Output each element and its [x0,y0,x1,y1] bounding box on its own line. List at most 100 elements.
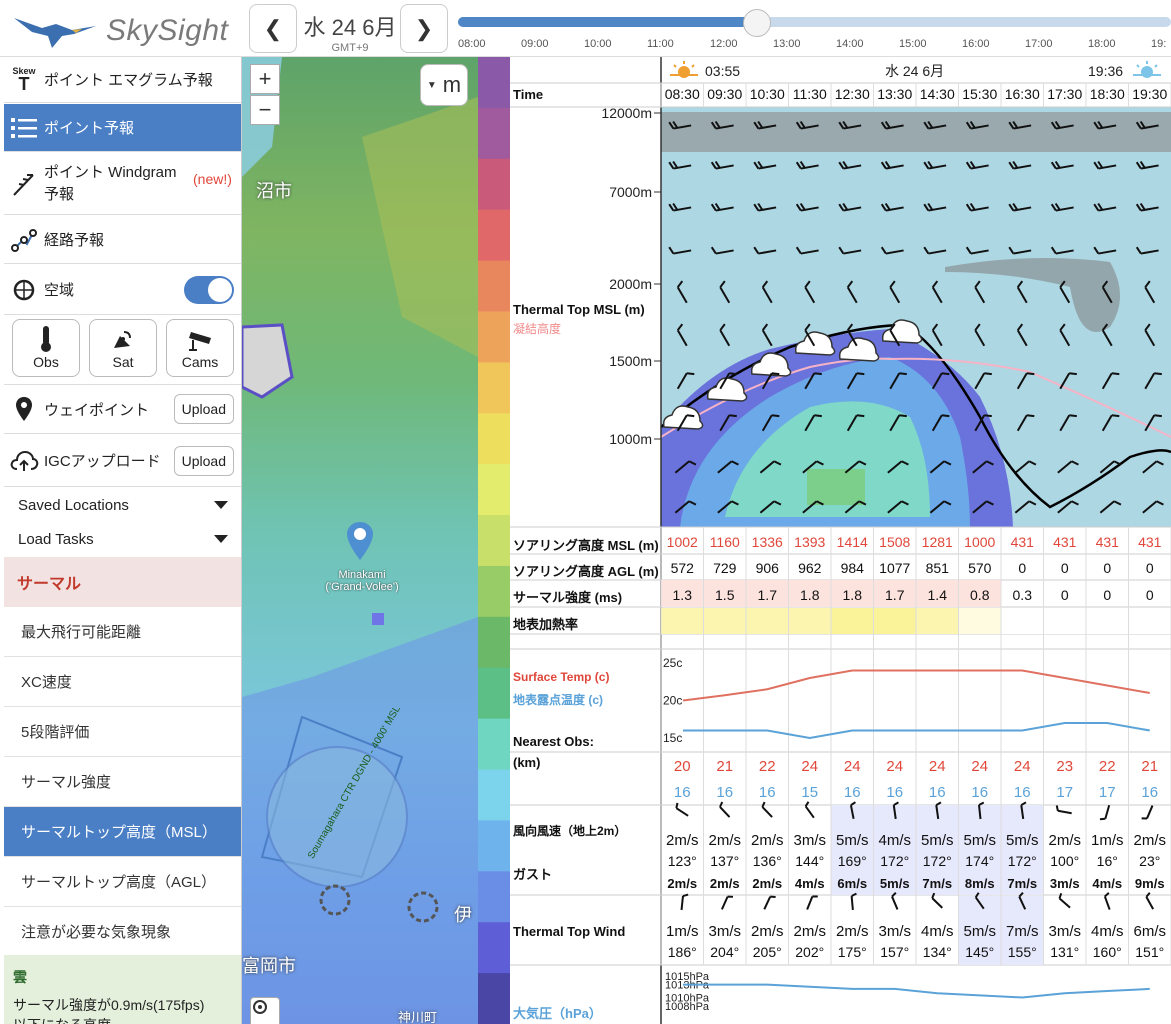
chevron-left-icon: ❮ [263,15,283,41]
scale-segment [478,260,510,313]
igc-upload-button[interactable]: Upload [173,445,234,476]
cell-soar-msl-vals: 1414 [836,534,868,550]
airspace-toggle[interactable] [184,275,234,304]
waypoint-upload-button[interactable]: Upload [173,394,234,424]
surface-heating-label: 地表加熱率 [513,617,579,632]
sidebar-item-route[interactable]: 経路予報 [4,216,241,264]
next-day-button[interactable]: ❯ [400,4,448,53]
cell-soar-msl-vals: 431 [1010,534,1034,550]
cell-temps: 20 [673,758,691,775]
menu-item[interactable]: XC速度 [4,657,241,707]
cell-dews: 16 [758,784,776,801]
cell-times: 11:30 [792,86,827,102]
cell-wind-speed: 4m/s [878,832,911,849]
scale-segment [478,107,510,160]
saved-locations-dropdown[interactable]: Saved Locations [18,497,228,514]
menu-item[interactable]: 注意が必要な気象現象 [4,907,241,957]
cell-ttw-dir: 145° [965,944,995,960]
pressure-label: 大気圧（hPa） [513,1006,602,1021]
heating-cell [788,608,831,634]
cell-wind-speed: 2m/s [750,832,784,849]
cell-ttw-speed: 1m/s [665,923,699,940]
sidebar-item-emagram[interactable]: Skew T ポイント エマグラム予報 [4,57,241,103]
caret-down-icon: ▼ [426,79,437,91]
chevron-right-icon: ❯ [414,15,434,41]
cell-ttw-dir: 160° [1092,944,1122,960]
cell-times: 15:30 [962,86,998,102]
temp-tick: 20c [663,694,682,708]
menu-item[interactable]: サーマルトップ高度（AGL） [4,857,241,907]
cell-gust: 8m/s [964,876,995,891]
menu-item[interactable]: 5段階評価 [4,707,241,757]
sidebar-item-waypoint[interactable]: ウェイポイント Upload [4,384,241,434]
sidebar-item-point-forecast[interactable]: ポイント予報 [4,104,241,152]
menu-item[interactable]: サーマル強度 [4,757,241,807]
cell-soar-msl-vals: 1002 [666,534,698,550]
wind-direction-arrow [804,801,815,819]
cams-button[interactable]: Cams [166,319,234,377]
place-name: Minakami [338,569,386,581]
sidebar-item-windgram[interactable]: ポイント Windgram 予報 (new!) [4,153,241,215]
city-label-3: 神川町 [398,1010,438,1024]
cloud-section[interactable]: 雲 サーマル強度が0.9m/s(175fps) 以下になる高度 [4,955,241,1024]
cell-ttw-speed: 2m/s [793,923,826,940]
pressure-line [683,983,1150,999]
cams-label: Cams [181,354,219,370]
load-tasks-dropdown[interactable]: Load Tasks [18,531,228,548]
cell-times: 16:30 [1004,86,1040,102]
cell-soar-agl-vals: 1077 [879,560,911,576]
cell-dews: 16 [843,784,861,801]
cell-ttw-dir: 157° [880,944,910,960]
locate-button[interactable] [250,997,280,1024]
cell-dews: 17 [1098,784,1116,801]
cell-th-str-vals: 1.4 [927,587,947,603]
unit-selector[interactable]: ▼ m [420,64,468,106]
time-slider[interactable]: 08:00 09:00 10:00 11:00 12:00 13:00 14:00 15:00… [458,8,1171,53]
sat-button[interactable]: Sat [89,319,157,377]
zoom-out-button[interactable]: − [250,95,280,125]
cell-th-str-vals: 0 [1060,587,1069,603]
cell-th-str-vals: 1.7 [885,587,905,603]
cell-soar-agl-vals: 0 [1145,560,1154,576]
cloud-upload-icon [4,449,44,473]
city-label-4: 伊 [454,905,472,925]
caret-down-icon [214,501,228,509]
location-label: Minakami ('Grand-Volee') [312,569,412,593]
sidebar-item-airspace[interactable]: 空域 [4,265,241,315]
scale-segment [478,515,510,567]
slider-knob[interactable] [743,9,771,37]
sidebar-item-label: ポイント予報 [44,120,135,137]
load-tasks-label: Load Tasks [18,531,94,548]
cell-wind-speed: 2m/s [665,832,699,849]
time-tick: 14:00 [836,38,864,50]
cell-soar-msl-vals: 1281 [921,534,953,550]
soaring-agl-label: ソアリング高度 AGL (m) [513,564,659,579]
cell-gust: 2m/s [667,876,698,891]
zoom-in-button[interactable]: + [250,64,280,94]
prev-day-button[interactable]: ❮ [249,4,297,53]
app-logo[interactable]: SkySight [8,6,243,51]
skew-t-label: T [18,74,30,94]
scale-segment [478,820,510,873]
cell-soar-agl-vals: 906 [755,560,779,576]
top-bar: SkySight ❮ 水 24 6月 GMT+9 ❯ 08:00 09:00 10:… [0,0,1171,57]
sidebar: Skew T ポイント エマグラム予報 ポイント予報 ポイント Windgram 予… [4,57,242,1024]
menu-item[interactable]: 最大飛行可能距離 [4,607,241,657]
menu-item[interactable]: サーマルトップ高度（MSL） [4,807,241,857]
cell-dews: 16 [886,784,904,801]
scale-segment [478,311,510,364]
sidebar-item-label: IGCアップロード [44,453,161,470]
map[interactable]: Minakami ('Grand-Volee') 沼市 富岡市 神川町 伊 Sou… [242,57,478,1024]
scale-segment [478,973,510,1024]
windgram-icon [4,171,44,197]
thermal-section-header[interactable]: サーマル [4,557,241,607]
scale-segment [478,769,510,822]
sidebar-item-igc[interactable]: IGCアップロード Upload [4,435,241,487]
cell-times: 08:30 [664,86,700,102]
cell-gust: 2m/s [709,876,740,891]
thermal-top-label: Thermal Top MSL (m) [513,302,645,317]
obs-button[interactable]: Obs [12,319,80,377]
cell-wind-dir: 123° [667,853,697,869]
cell-wind-dir: 169° [837,853,867,869]
heating-cell [1086,608,1129,634]
